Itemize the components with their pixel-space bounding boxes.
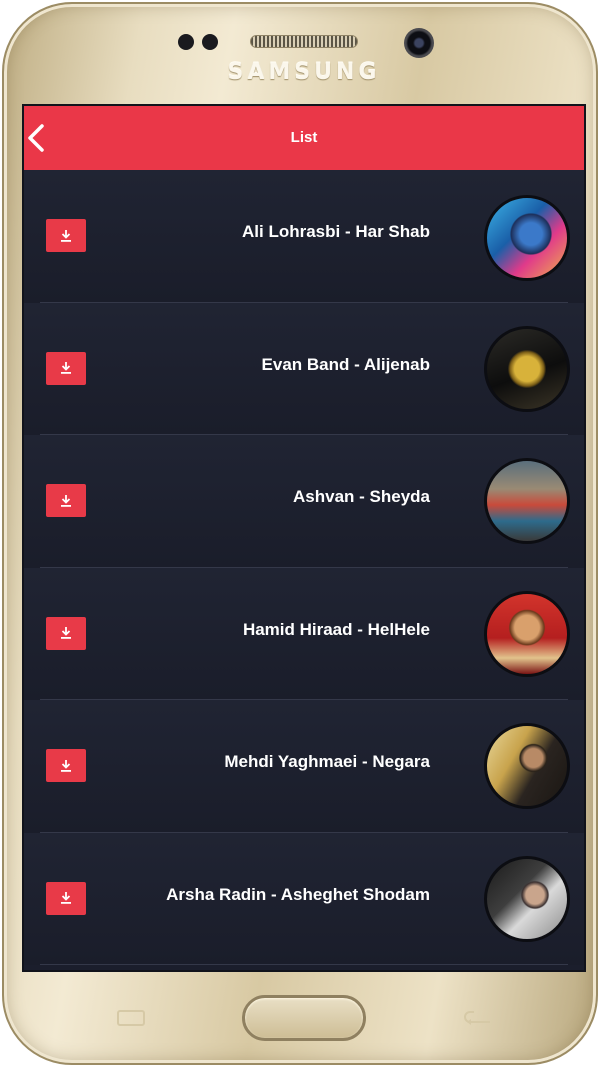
song-thumbnail[interactable]: [484, 195, 570, 281]
chevron-left-icon: [28, 124, 44, 152]
brand-logo: SAMSUNG: [227, 60, 381, 85]
app-bar: List: [24, 106, 584, 170]
list-item[interactable]: Ali Lohrasbi - Har Shab: [24, 170, 584, 303]
download-icon: [61, 362, 71, 374]
download-button[interactable]: [46, 749, 86, 782]
download-icon: [61, 759, 71, 772]
back-button[interactable]: [24, 118, 64, 158]
recents-icon[interactable]: [114, 1008, 148, 1028]
song-title: Ashvan - Sheyda: [293, 487, 430, 506]
song-title: Hamid Hiraad - HelHele: [242, 619, 430, 639]
song-thumbnail[interactable]: [484, 855, 570, 942]
list-item[interactable]: Hamid Hiraad - HelHele: [24, 567, 584, 700]
song-thumbnail[interactable]: [484, 590, 570, 677]
download-icon: [61, 494, 71, 507]
list-item[interactable]: Mehdi Yaghmaei - Negara: [24, 700, 584, 833]
back-key-icon[interactable]: [460, 1008, 496, 1028]
download-icon: [61, 892, 71, 904]
download-icon: [61, 229, 71, 242]
download-icon: [61, 627, 71, 639]
song-title: Mehdi Yaghmaei - Negara: [224, 752, 430, 771]
list-item[interactable]: Ashvan - Sheyda: [24, 435, 584, 568]
song-thumbnail[interactable]: [484, 723, 570, 809]
song-title: Arsha Radin - Asheghet Shodam: [166, 884, 430, 904]
app-screen: List Ali Lohrasbi - Har Shab Evan Band -…: [22, 104, 586, 972]
download-button[interactable]: [46, 881, 86, 915]
download-button[interactable]: [46, 219, 86, 252]
phone-frame: SAMSUNG List Ali Lohrasbi - Har Shab Eva…: [2, 2, 598, 1065]
song-title: Evan Band - Alijenab: [261, 354, 430, 374]
song-thumbnail[interactable]: [484, 325, 570, 412]
home-button[interactable]: [242, 995, 366, 1041]
download-button[interactable]: [46, 616, 86, 650]
sensor-dots: [178, 34, 222, 50]
front-camera: [404, 28, 434, 58]
song-title: Ali Lohrasbi - Har Shab: [242, 222, 430, 241]
download-button[interactable]: [46, 351, 86, 385]
song-list: Ali Lohrasbi - Har Shab Evan Band - Alij…: [24, 170, 584, 965]
download-button[interactable]: [46, 484, 86, 517]
list-item[interactable]: Evan Band - Alijenab: [24, 302, 584, 435]
page-title: List: [290, 129, 318, 146]
song-thumbnail[interactable]: [484, 458, 570, 544]
list-item[interactable]: Arsha Radin - Asheghet Shodam: [24, 832, 584, 965]
earpiece-speaker: [250, 35, 358, 48]
